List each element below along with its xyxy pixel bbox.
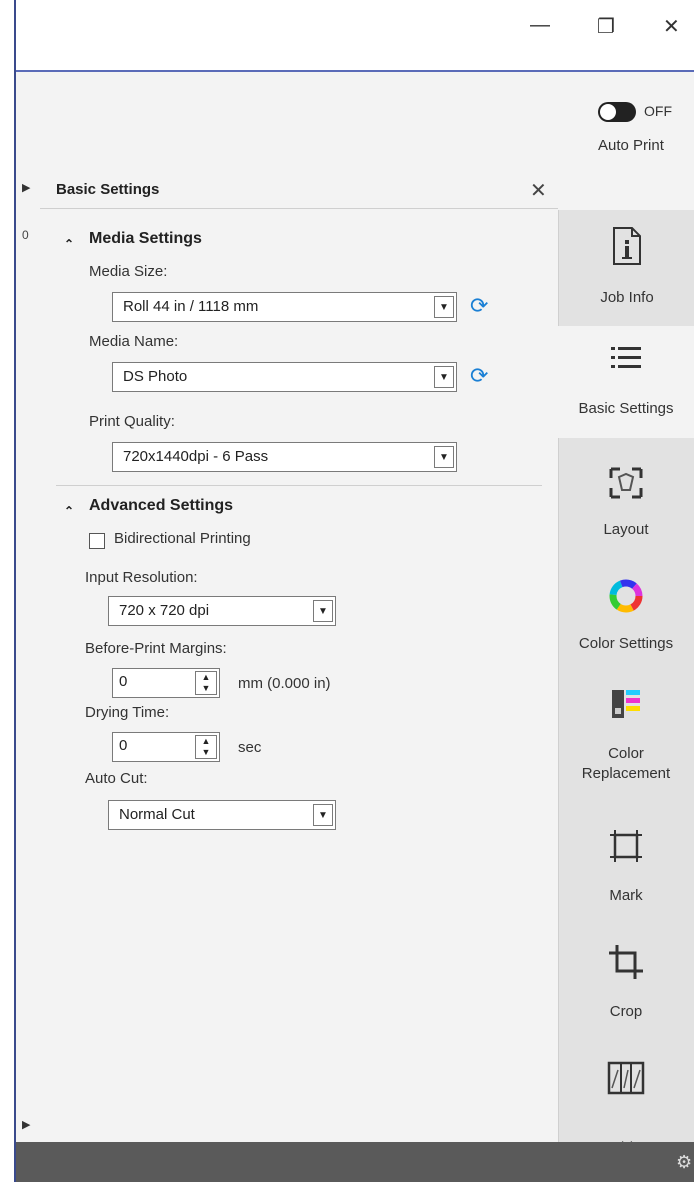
- mark-icon: [558, 826, 694, 871]
- nav-more[interactable]: [558, 1052, 694, 1132]
- layout-icon: [558, 466, 694, 505]
- panel-title: Basic Settings: [56, 181, 160, 198]
- drying-time-label: Drying Time:: [85, 704, 170, 721]
- auto-cut-select[interactable]: Normal Cut ▼: [108, 800, 336, 830]
- toolbar: [16, 72, 694, 175]
- input-resolution-select[interactable]: 720 x 720 dpi ▼: [108, 596, 336, 626]
- title-bar: [16, 0, 694, 70]
- expand-arrow-bottom-icon[interactable]: ▶: [22, 1118, 30, 1131]
- spinner-arrows-icon[interactable]: ▲ ▼: [195, 735, 217, 759]
- print-quality-value: 720x1440dpi - 6 Pass: [123, 448, 269, 465]
- print-quality-select[interactable]: 720x1440dpi - 6 Pass ▼: [112, 442, 457, 472]
- media-settings-heading[interactable]: Media Settings: [89, 230, 202, 248]
- status-gear-icon[interactable]: ⚙: [676, 1152, 692, 1173]
- partial-text: 0: [22, 228, 29, 242]
- nav-layout-label: Layout: [603, 521, 649, 538]
- nav-basic-settings[interactable]: Basic Settings: [558, 326, 694, 438]
- crop-icon: [558, 942, 694, 987]
- panel-close-button[interactable]: ✕: [530, 178, 547, 203]
- nav-crop-label: Crop: [609, 1003, 643, 1020]
- media-size-label: Media Size:: [89, 263, 168, 280]
- nav-color-replacement-label-1: Color: [608, 745, 644, 762]
- nav-color-replacement[interactable]: Color Replacement: [558, 676, 694, 796]
- dropdown-arrow-icon[interactable]: ▼: [434, 296, 454, 318]
- info-icon: [559, 226, 694, 271]
- color-wheel-icon: [558, 578, 694, 619]
- media-size-value: Roll 44 in / 1118 mm: [123, 298, 259, 315]
- expand-arrow-icon[interactable]: ▶: [22, 181, 30, 194]
- collapse-chevron-icon[interactable]: ⌃: [64, 237, 74, 251]
- color-replacement-icon: [558, 686, 694, 727]
- before-print-margins-label: Before-Print Margins:: [85, 640, 227, 657]
- panels-icon: [558, 1060, 694, 1101]
- nav-mark-label: Mark: [609, 887, 643, 904]
- nav-layout[interactable]: Layout: [558, 450, 694, 550]
- auto-cut-label: Auto Cut:: [85, 770, 148, 787]
- before-print-margins-unit: mm (0.000 in): [238, 675, 331, 692]
- before-print-margins-input[interactable]: 0 ▲ ▼: [112, 668, 220, 698]
- nav-crop[interactable]: Crop: [558, 932, 694, 1032]
- bidirectional-label[interactable]: Bidirectional Printing: [114, 530, 251, 547]
- minimize-button[interactable]: —: [530, 14, 550, 37]
- nav-mark[interactable]: Mark: [558, 816, 694, 916]
- print-quality-label: Print Quality:: [89, 413, 175, 430]
- drying-time-input[interactable]: 0 ▲ ▼: [112, 732, 220, 762]
- toggle-knob: [600, 104, 616, 120]
- bidirectional-checkbox[interactable]: [89, 533, 105, 549]
- drying-time-unit: sec: [238, 739, 262, 756]
- auto-print-state: OFF: [644, 103, 672, 119]
- nav-job-info[interactable]: Job Info: [558, 210, 694, 326]
- media-name-value: DS Photo: [123, 368, 188, 385]
- nav-color-settings-label: Color Settings: [578, 635, 674, 652]
- left-collapsed-strip: [16, 174, 41, 1142]
- restore-button[interactable]: ❐: [597, 14, 615, 39]
- dropdown-arrow-icon[interactable]: ▼: [434, 446, 454, 468]
- list-icon: [558, 344, 694, 377]
- media-name-select[interactable]: DS Photo ▼: [112, 362, 457, 392]
- nav-basic-settings-label: Basic Settings: [578, 400, 674, 417]
- nav-color-settings[interactable]: Color Settings: [558, 560, 694, 660]
- dropdown-arrow-icon[interactable]: ▼: [313, 804, 333, 826]
- nav-job-info-label: Job Info: [600, 289, 654, 306]
- advanced-settings-heading[interactable]: Advanced Settings: [89, 497, 233, 515]
- collapse-chevron-icon[interactable]: ⌃: [64, 504, 74, 518]
- input-resolution-label: Input Resolution:: [85, 569, 198, 586]
- before-print-margins-value: 0: [119, 673, 128, 690]
- spinner-arrows-icon[interactable]: ▲ ▼: [195, 671, 217, 695]
- refresh-media-name-icon[interactable]: ⟳: [470, 363, 488, 389]
- section-divider: [56, 485, 542, 486]
- nav-color-replacement-label-2: Replacement: [581, 765, 671, 782]
- refresh-media-size-icon[interactable]: ⟳: [470, 293, 488, 319]
- dropdown-arrow-icon[interactable]: ▼: [434, 366, 454, 388]
- input-resolution-value: 720 x 720 dpi: [119, 602, 210, 619]
- media-name-label: Media Name:: [89, 333, 179, 350]
- close-window-button[interactable]: ✕: [663, 14, 680, 39]
- media-size-select[interactable]: Roll 44 in / 1118 mm ▼: [112, 292, 457, 322]
- auto-print-label: Auto Print: [598, 137, 664, 154]
- status-bar: [16, 1142, 694, 1182]
- dropdown-arrow-icon[interactable]: ▼: [313, 600, 333, 622]
- auto-cut-value: Normal Cut: [119, 806, 195, 823]
- drying-time-value: 0: [119, 737, 128, 754]
